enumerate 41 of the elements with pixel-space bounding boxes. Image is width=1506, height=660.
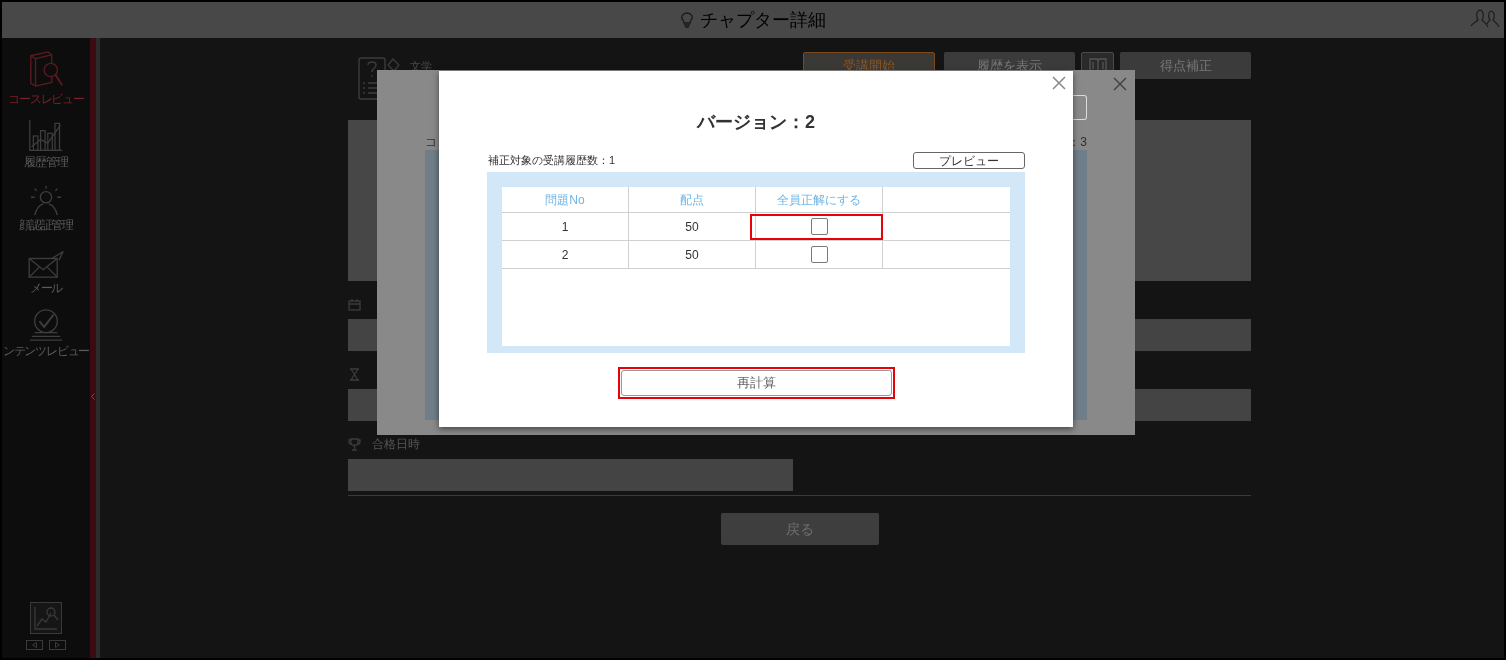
diamond-icon (387, 58, 400, 72)
trophy-icon (348, 437, 361, 451)
dialog-title: バージョン：2 (697, 111, 815, 133)
chevron-left-icon[interactable] (91, 393, 95, 400)
sidebar-item[interactable]: 履歴管理 (24, 155, 68, 169)
close-icon[interactable] (1052, 76, 1066, 90)
table-cell-text: 2 (561, 246, 569, 264)
book-magnifier-icon (27, 50, 65, 90)
count-label: 補正対象の受講履歴数：1 (487, 154, 616, 167)
dialog-text: ：3 (1068, 135, 1087, 149)
thumbnail-icon[interactable] (30, 602, 62, 634)
page-title: チャプター詳細 (700, 9, 826, 31)
hourglass-icon (348, 367, 361, 381)
bulb-icon (680, 12, 694, 28)
next-button[interactable] (49, 640, 66, 650)
sidebar-item[interactable]: コースレビュー (8, 92, 84, 106)
previous-button[interactable] (26, 640, 43, 650)
column-header: 配点 (680, 191, 704, 209)
left-triangle-icon (32, 642, 37, 648)
field-label: 合格日時 (372, 437, 420, 451)
table-cell-text: 1 (561, 218, 569, 236)
envelope-icon (27, 251, 65, 279)
table-cell-text: 50 (685, 218, 699, 236)
sidebar-item[interactable]: メール (29, 281, 63, 295)
checkbox[interactable] (810, 246, 828, 263)
right-triangle-icon (55, 642, 60, 648)
column-header: 問題No (545, 191, 585, 209)
input-field[interactable] (348, 459, 793, 491)
column-header: 全員正解にする (777, 191, 861, 209)
bar-chart-icon (28, 119, 64, 153)
dialog-text: コ (425, 135, 437, 149)
recalculate-button[interactable]: 再計算 (620, 370, 892, 396)
toolbar-button[interactable]: 得点補正 (1120, 52, 1251, 79)
close-icon[interactable] (1113, 77, 1127, 91)
preview-button[interactable]: プレビュー (913, 152, 1025, 169)
sidebar-item[interactable]: 顔認証管理 (19, 218, 73, 232)
sidebar-item[interactable]: ンテンツレビュー (2, 344, 90, 358)
check-stand-icon (27, 308, 65, 342)
calendar-icon (348, 297, 361, 311)
checkbox[interactable] (810, 218, 828, 235)
table-cell-text: 50 (685, 246, 699, 264)
